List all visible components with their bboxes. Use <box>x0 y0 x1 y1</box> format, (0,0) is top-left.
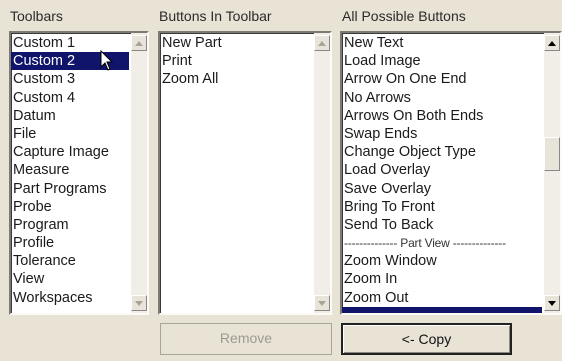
toolbars-scrollbar[interactable] <box>131 33 147 313</box>
buttons-in-toolbar-scrollbar[interactable] <box>314 33 330 313</box>
toolbar-item[interactable]: Part Programs <box>11 180 129 198</box>
possible-button-item[interactable]: Swap Ends <box>342 125 542 143</box>
possible-button-item[interactable]: Zoom Out <box>342 289 542 307</box>
scroll-down-button[interactable] <box>314 295 330 311</box>
possible-button-item[interactable]: Arrows On Both Ends <box>342 107 542 125</box>
all-possible-buttons-label: All Possible Buttons <box>342 8 466 24</box>
toolbar-item[interactable]: Probe <box>11 198 129 216</box>
possible-button-item[interactable]: No Arrows <box>342 89 542 107</box>
possible-button-item[interactable]: Bring To Front <box>342 198 542 216</box>
buttons-in-toolbar-list[interactable]: New Part Print Zoom All <box>158 31 332 315</box>
possible-button-item[interactable]: Zoom In <box>342 270 542 288</box>
toolbar-item[interactable]: Workspaces <box>11 289 129 307</box>
toolbar-button-item[interactable]: New Part <box>160 34 312 52</box>
mouse-pointer-icon <box>100 50 114 71</box>
toolbar-item[interactable]: Measure <box>11 161 129 179</box>
toolbar-item[interactable]: Tolerance <box>11 252 129 270</box>
scroll-up-button[interactable] <box>314 35 330 51</box>
arrow-down-icon <box>548 300 556 306</box>
arrow-down-icon <box>318 300 326 306</box>
possible-button-item[interactable]: Change Object Type <box>342 143 542 161</box>
toolbar-button-item[interactable]: Zoom All <box>160 70 312 88</box>
toolbar-item[interactable]: File <box>11 125 129 143</box>
arrow-up-icon <box>135 40 143 46</box>
toolbars-list[interactable]: Custom 1 Custom 2 Custom 3 Custom 4 Datu… <box>9 31 149 315</box>
arrow-up-icon <box>318 40 326 46</box>
possible-button-item[interactable]: Send To Back <box>342 216 542 234</box>
scroll-thumb[interactable] <box>544 137 560 171</box>
toolbar-item[interactable]: Custom 3 <box>11 70 129 88</box>
scroll-up-button[interactable] <box>544 35 560 51</box>
possible-button-item[interactable]: Save Overlay <box>342 180 542 198</box>
buttons-in-toolbar-label: Buttons In Toolbar <box>159 8 272 24</box>
arrow-up-icon <box>548 40 556 46</box>
copy-button[interactable]: <- Copy <box>341 323 512 355</box>
toolbar-item[interactable]: Capture Image <box>11 143 129 161</box>
toolbar-item[interactable]: Custom 4 <box>11 89 129 107</box>
toolbar-item[interactable]: Program <box>11 216 129 234</box>
possible-button-item[interactable]: New Text <box>342 34 542 52</box>
all-possible-buttons-scrollbar[interactable] <box>544 33 560 313</box>
remove-button[interactable]: Remove <box>160 323 332 355</box>
scroll-down-button[interactable] <box>131 295 147 311</box>
toolbar-item[interactable]: Datum <box>11 107 129 125</box>
possible-button-item[interactable]: Zoom Window <box>342 252 542 270</box>
possible-button-item[interactable]: Arrow On One End <box>342 70 542 88</box>
possible-button-item[interactable]: Load Overlay <box>342 161 542 179</box>
all-possible-buttons-list[interactable]: New Text Load Image Arrow On One End No … <box>340 31 562 315</box>
toolbar-button-item[interactable]: Print <box>160 52 312 70</box>
part-view-separator: -------------- Part View -------------- <box>344 236 506 251</box>
scroll-up-button[interactable] <box>131 35 147 51</box>
toolbar-item[interactable]: View <box>11 270 129 288</box>
possible-button-item-selected[interactable] <box>342 306 542 313</box>
toolbar-item[interactable]: Profile <box>11 234 129 252</box>
possible-button-item[interactable]: Load Image <box>342 52 542 70</box>
toolbars-label: Toolbars <box>10 8 63 24</box>
arrow-down-icon <box>135 300 143 306</box>
scroll-down-button[interactable] <box>544 295 560 311</box>
